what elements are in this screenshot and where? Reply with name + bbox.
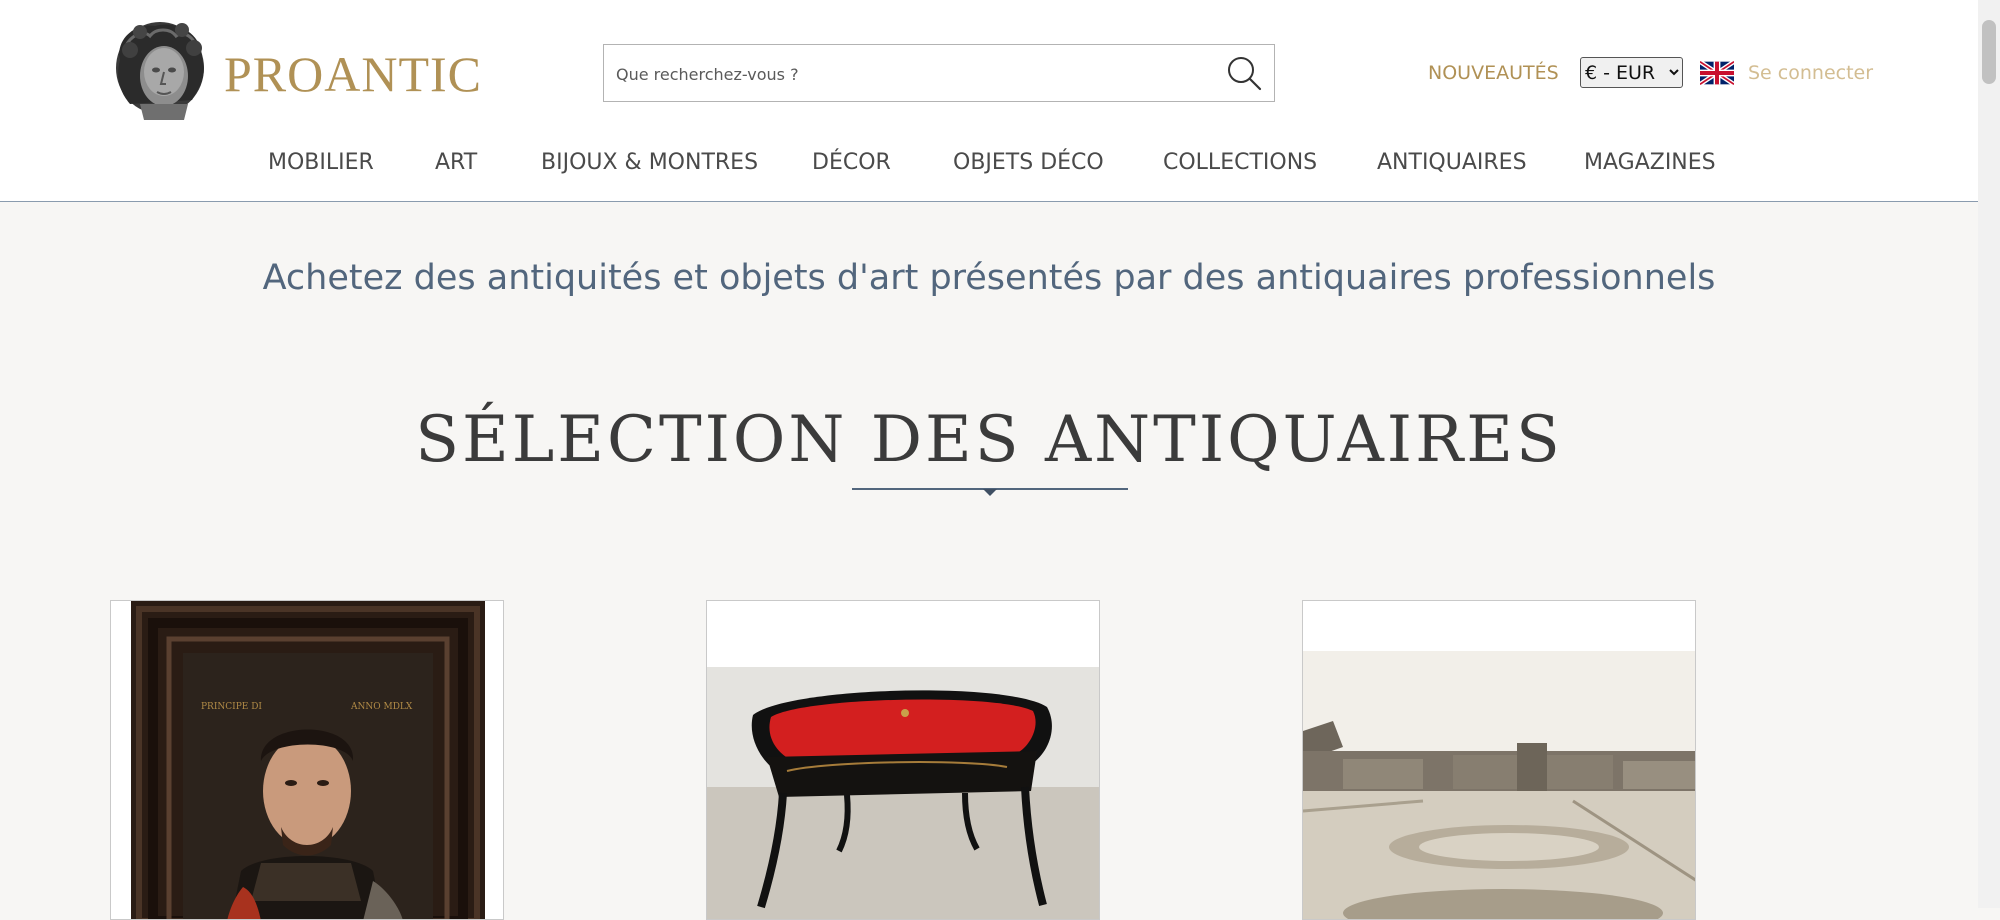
uk-flag-icon[interactable] [1700, 60, 1734, 86]
nav-item-bijoux-montres[interactable]: BIJOUX & MONTRES [541, 148, 758, 178]
nouveautes-link[interactable]: NOUVEAUTÉS [1428, 58, 1559, 88]
search-input[interactable] [614, 45, 1198, 103]
search-icon[interactable] [1224, 53, 1264, 93]
product-card-photograph[interactable] [1302, 600, 1696, 920]
nav-item-collections[interactable]: COLLECTIONS [1163, 148, 1317, 178]
svg-text:ANNO MDLX: ANNO MDLX [350, 702, 413, 712]
login-link[interactable]: Se connecter [1748, 58, 1873, 88]
product-card-desk[interactable] [706, 600, 1100, 920]
scrollbar-track[interactable] [1978, 0, 2000, 908]
main-nav: MOBILIER ART BIJOUX & MONTRES DÉCOR OBJE… [0, 148, 1978, 188]
page: PROANTIC NOUVEAUTÉS € - EUR Se connecter… [0, 0, 2000, 920]
product-card-portrait[interactable]: PRINCIPE DI ANNO MDLX [110, 600, 504, 920]
nav-item-objets-deco[interactable]: OBJETS DÉCO [953, 148, 1104, 178]
site-header: PROANTIC NOUVEAUTÉS € - EUR Se connecter… [0, 0, 1978, 202]
search-box [603, 44, 1275, 103]
nav-item-art[interactable]: ART [435, 148, 477, 178]
sepia-photograph-image [1303, 651, 1695, 919]
section-title: SÉLECTION DES ANTIQUAIRES [415, 403, 1563, 477]
lacquered-desk-image [707, 667, 1099, 919]
svg-text:PRINCIPE DI: PRINCIPE DI [201, 702, 262, 712]
tagline: Achetez des antiquités et objets d'art p… [262, 258, 1716, 298]
currency-select[interactable]: € - EUR [1580, 57, 1683, 88]
nav-item-mobilier[interactable]: MOBILIER [268, 148, 374, 178]
scrollbar-thumb[interactable] [1982, 20, 1996, 84]
logo-text[interactable]: PROANTIC [224, 44, 482, 104]
title-divider [852, 488, 1128, 496]
nav-item-antiquaires[interactable]: ANTIQUAIRES [1377, 148, 1527, 178]
framed-portrait-image: PRINCIPE DI ANNO MDLX [131, 601, 485, 919]
nav-item-decor[interactable]: DÉCOR [812, 148, 891, 178]
logo-bust-icon[interactable] [110, 20, 210, 122]
nav-item-magazines[interactable]: MAGAZINES [1584, 148, 1716, 178]
